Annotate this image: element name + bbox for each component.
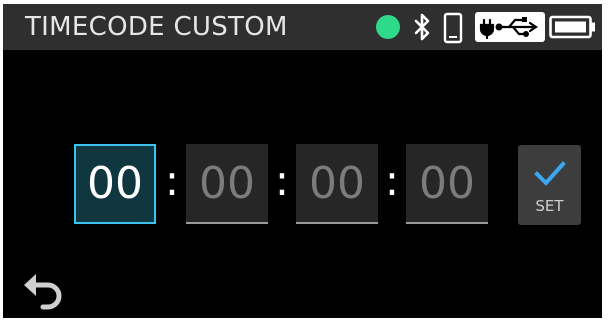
checkmark-icon: [534, 161, 566, 186]
timecode-frames-field[interactable]: 00: [406, 144, 488, 224]
set-label: SET: [535, 197, 564, 215]
timecode-hours-field[interactable]: 00: [74, 144, 156, 224]
timecode-seconds-field[interactable]: 00: [296, 144, 378, 224]
back-button[interactable]: [21, 270, 65, 314]
back-arrow-icon: [24, 274, 62, 310]
timecode-separator: :: [164, 156, 180, 205]
timecode-separator: :: [274, 156, 290, 205]
set-button[interactable]: SET: [518, 145, 581, 225]
timecode-editor: 00 : 00 : 00 : 00 SET: [3, 4, 602, 318]
timecode-separator: :: [384, 156, 400, 205]
device-screen: TIMECODE CUSTOM 00: 00: 00: 00 SET: [3, 4, 602, 318]
timecode-minutes-field[interactable]: 00: [186, 144, 268, 224]
